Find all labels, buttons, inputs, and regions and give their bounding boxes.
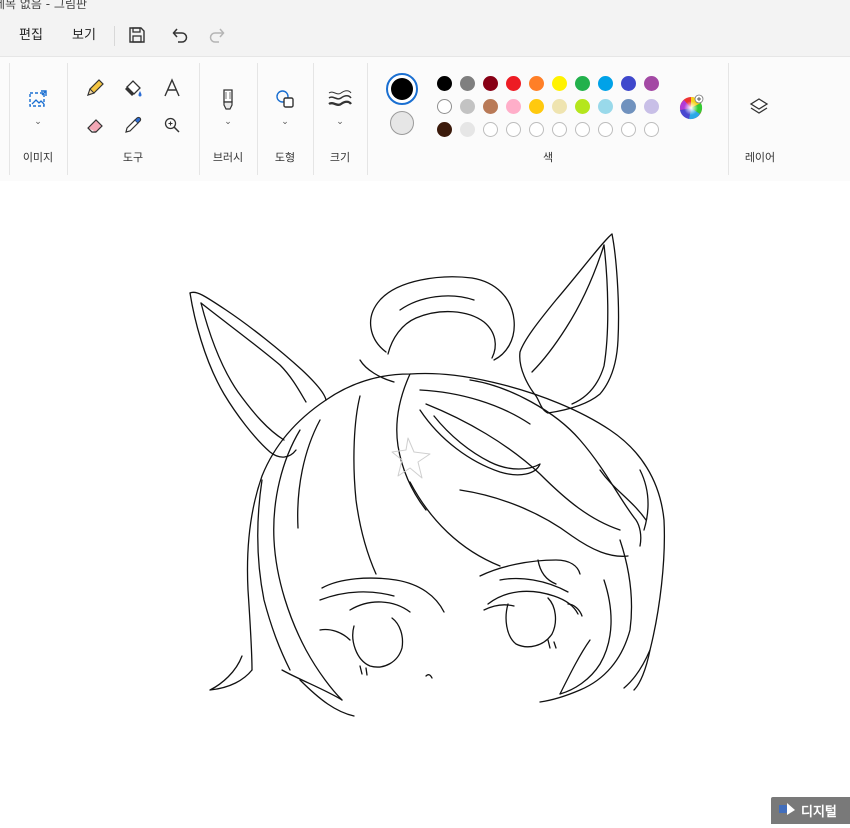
menu-bar: 편집 보기 (0, 14, 850, 56)
secondary-color-swatch[interactable] (390, 111, 414, 135)
palette-color-swatch[interactable] (483, 99, 498, 114)
ribbon-divider (9, 63, 10, 175)
palette-empty-slot[interactable] (644, 122, 659, 137)
palette-color-swatch[interactable] (437, 76, 452, 91)
eraser-icon[interactable] (82, 112, 108, 138)
palette-color-swatch[interactable] (460, 76, 475, 91)
watermark-badge: 디지털 (771, 797, 850, 824)
redo-icon (205, 23, 229, 47)
palette-color-swatch[interactable] (644, 99, 659, 114)
layers-icon[interactable] (746, 94, 772, 120)
fill-icon[interactable] (120, 75, 146, 101)
group-label-layers: 레이어 (744, 151, 776, 164)
palette-empty-slot[interactable] (575, 122, 590, 137)
drawing-canvas[interactable] (0, 181, 850, 824)
palette-color-swatch[interactable] (552, 76, 567, 91)
shapes-chevron-down-icon[interactable]: ⌄ (279, 117, 291, 127)
group-label-image: 이미지 (22, 151, 54, 164)
edit-colors-icon[interactable] (679, 94, 705, 120)
palette-color-swatch[interactable] (460, 122, 475, 137)
ribbon-divider (67, 63, 68, 175)
watermark-text: 디지털 (801, 805, 837, 820)
ribbon: ⌄ 이미지 도구 ⌄ 브러시 ⌄ 도형 ⌄ 크기 색 레이어 (0, 56, 850, 182)
palette-empty-slot[interactable] (506, 122, 521, 137)
palette-color-swatch[interactable] (621, 99, 636, 114)
undo-icon[interactable] (168, 23, 192, 47)
palette-color-swatch[interactable] (460, 99, 475, 114)
palette-color-swatch[interactable] (437, 99, 452, 114)
menu-view[interactable]: 보기 (66, 24, 102, 48)
primary-color-swatch[interactable] (391, 78, 413, 100)
group-label-brushes: 브러시 (212, 151, 244, 164)
color-picker-icon[interactable] (120, 112, 146, 138)
size-chevron-down-icon[interactable]: ⌄ (334, 117, 346, 127)
window-title: 제목 없음 - 그림판 (0, 0, 88, 11)
text-icon[interactable] (159, 75, 185, 101)
image-chevron-down-icon[interactable]: ⌄ (32, 117, 44, 127)
group-label-colors: 색 (542, 151, 554, 164)
canvas-lineart (189, 233, 666, 717)
palette-empty-slot[interactable] (552, 122, 567, 137)
ribbon-divider (367, 63, 368, 175)
group-label-tools: 도구 (122, 151, 144, 164)
ribbon-divider (199, 63, 200, 175)
group-label-size: 크기 (329, 151, 351, 164)
palette-empty-slot[interactable] (621, 122, 636, 137)
palette-color-swatch[interactable] (575, 99, 590, 114)
brush-chevron-down-icon[interactable]: ⌄ (222, 117, 234, 127)
pencil-icon[interactable] (82, 75, 108, 101)
menu-divider (114, 26, 115, 46)
watermark-logo-icon (777, 801, 797, 821)
palette-color-swatch[interactable] (437, 122, 452, 137)
palette-color-swatch[interactable] (529, 76, 544, 91)
palette-color-swatch[interactable] (552, 99, 567, 114)
palette-color-swatch[interactable] (598, 99, 613, 114)
palette-empty-slot[interactable] (483, 122, 498, 137)
stroke-size-icon[interactable] (327, 86, 353, 112)
ribbon-divider (257, 63, 258, 175)
magnifier-icon[interactable] (159, 112, 185, 138)
palette-empty-slot[interactable] (598, 122, 613, 137)
ribbon-divider (313, 63, 314, 175)
save-icon[interactable] (125, 23, 149, 47)
menu-edit[interactable]: 편집 (13, 24, 49, 48)
image-select-icon[interactable] (25, 86, 51, 112)
palette-color-swatch[interactable] (529, 99, 544, 114)
palette-color-swatch[interactable] (644, 76, 659, 91)
palette-color-swatch[interactable] (598, 76, 613, 91)
brush-icon[interactable] (215, 86, 241, 112)
palette-color-swatch[interactable] (506, 99, 521, 114)
palette-color-swatch[interactable] (506, 76, 521, 91)
shapes-icon[interactable] (272, 86, 298, 112)
palette-empty-slot[interactable] (529, 122, 544, 137)
group-label-shapes: 도형 (274, 151, 296, 164)
title-bar: 제목 없음 - 그림판 (0, 0, 850, 14)
palette-color-swatch[interactable] (483, 76, 498, 91)
palette-color-swatch[interactable] (575, 76, 590, 91)
ribbon-divider (728, 63, 729, 175)
palette-color-swatch[interactable] (621, 76, 636, 91)
